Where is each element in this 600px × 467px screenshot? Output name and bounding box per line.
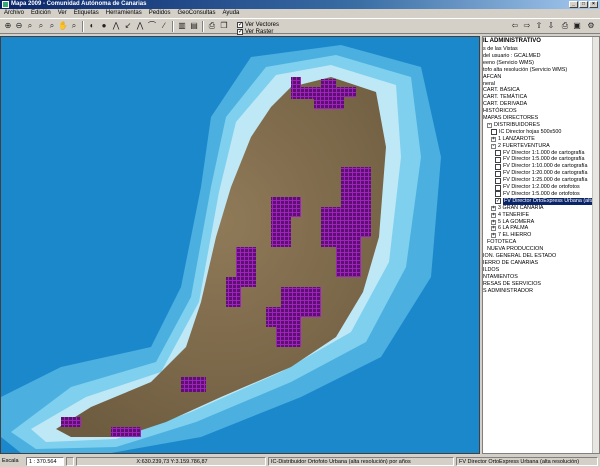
- title-bar: Mapa 2009 - Comunidad Autónoma de Canari…: [0, 0, 600, 9]
- toolbar-separator: [202, 21, 204, 32]
- checkbox-icon: ✓: [237, 21, 244, 28]
- info-icon[interactable]: ◐: [87, 21, 97, 31]
- scale-dropdown-icon[interactable]: [66, 457, 74, 466]
- profile2-icon[interactable]: ⌒: [147, 21, 157, 31]
- legend-icon[interactable]: ▤: [189, 21, 199, 31]
- toolbar-separator: [82, 21, 84, 32]
- layer-checkbox[interactable]: [495, 156, 501, 163]
- menu-herramientas[interactable]: Herramientas: [106, 9, 142, 18]
- zoom-window-icon[interactable]: ⌕: [25, 21, 35, 31]
- expand-icon[interactable]: +: [491, 219, 496, 225]
- layer-tree-panel[interactable]: IL ADMINISTRATIVO s de las Vistas del usua…: [482, 36, 600, 454]
- minimize-button[interactable]: _: [569, 1, 578, 8]
- print-icon[interactable]: ⎙: [207, 21, 217, 31]
- layer-readout: IC-Distribuidor Ortofoto Urbana (alta re…: [268, 457, 454, 466]
- settings-icon[interactable]: ⚙: [586, 21, 596, 31]
- active-layer-readout: FV Director OrtoExpress Urbana (alta res…: [456, 457, 598, 466]
- up-icon[interactable]: ⇧: [534, 21, 544, 31]
- window-title: Mapa 2009 - Comunidad Autónoma de Canari…: [11, 1, 147, 7]
- line-icon[interactable]: ∕: [159, 21, 169, 31]
- map-canvas[interactable]: [0, 36, 480, 454]
- collapse-icon[interactable]: -: [491, 143, 496, 149]
- menu-ayuda[interactable]: Ayuda: [222, 9, 239, 18]
- save-icon[interactable]: ▣: [572, 21, 582, 31]
- zoom-extent-icon[interactable]: ⌕: [69, 21, 79, 31]
- panel-title: IL ADMINISTRATIVO: [483, 38, 541, 44]
- pan-hand-icon[interactable]: ✋: [58, 21, 68, 31]
- layer-checkbox[interactable]: [495, 191, 501, 198]
- menu-edicion[interactable]: Edición: [31, 9, 51, 18]
- zoom-prev-icon[interactable]: ⌕: [36, 21, 46, 31]
- print-icon[interactable]: ⎙: [560, 21, 570, 31]
- shovel-icon[interactable]: ↙: [123, 21, 133, 31]
- back-icon[interactable]: ⇦: [510, 21, 520, 31]
- layer-checkbox[interactable]: [495, 150, 501, 156]
- down-icon[interactable]: ⇩: [546, 21, 556, 31]
- ver-raster-checkbox[interactable]: ✓ Ver Raster: [237, 28, 297, 35]
- expand-icon[interactable]: +: [491, 212, 496, 218]
- layer-checkbox[interactable]: [491, 129, 497, 136]
- layer-checkbox[interactable]: ✓: [495, 198, 501, 205]
- ver-vectores-checkbox[interactable]: ✓ Ver Vectores: [237, 21, 297, 28]
- layer-checkbox[interactable]: [495, 163, 501, 170]
- menu-etiquetas[interactable]: Etiquetas: [74, 9, 99, 18]
- zoom-next-icon[interactable]: ⌕: [47, 21, 57, 31]
- layer-checkbox[interactable]: [495, 184, 501, 191]
- forward-icon[interactable]: ⇨: [522, 21, 532, 31]
- maximize-button[interactable]: □: [579, 1, 588, 8]
- layer-checkbox[interactable]: [495, 170, 501, 177]
- measure-icon[interactable]: ●: [99, 21, 109, 31]
- ver-raster-label: Ver Raster: [245, 28, 274, 35]
- island-map: [1, 37, 479, 453]
- layer-checkbox[interactable]: [495, 177, 501, 184]
- copy-icon[interactable]: ❐: [219, 21, 229, 31]
- toolbar: ⊕ ⊖ ⌕ ⌕ ⌕ ✋ ⌕ ◐ ● ⋀ ↙ ⋀ ⌒ ∕ ▥ ▤ ⎙ ❐ ✓ Ve…: [0, 18, 600, 35]
- toolbar-separator: [172, 21, 174, 32]
- expand-icon[interactable]: +: [491, 136, 496, 142]
- expand-icon[interactable]: +: [491, 226, 496, 232]
- menu-bar: Archivo Edición Ver Etiquetas Herramient…: [0, 9, 600, 18]
- collapse-icon[interactable]: -: [487, 122, 492, 128]
- ver-vectores-label: Ver Vectores: [245, 21, 280, 28]
- menu-pedidos[interactable]: Pedidos: [149, 9, 171, 18]
- zoom-in-icon[interactable]: ⊕: [3, 21, 13, 31]
- close-button[interactable]: ×: [589, 1, 598, 8]
- checkbox-icon: ✓: [237, 28, 244, 35]
- zoom-out-icon[interactable]: ⊖: [14, 21, 24, 31]
- menu-geoconsultas[interactable]: GeoConsultas: [177, 9, 215, 18]
- app-icon: [2, 1, 9, 8]
- scale-label: Escala: [2, 458, 19, 464]
- layers-icon[interactable]: ▥: [177, 21, 187, 31]
- menu-ver[interactable]: Ver: [58, 9, 67, 18]
- tree-item[interactable]: S ADMINISTRADOR: [483, 288, 533, 295]
- expand-icon[interactable]: +: [491, 205, 496, 211]
- profile-icon[interactable]: ⋀: [111, 21, 121, 31]
- tree-item-label: S ADMINISTRADOR: [483, 287, 534, 294]
- status-bar: Escala 1 : 370.564 X:630.239,73 Y:3.159.…: [0, 456, 600, 467]
- expand-icon[interactable]: +: [491, 233, 496, 239]
- menu-archivo[interactable]: Archivo: [4, 9, 24, 18]
- coordinates-readout: X:630.239,73 Y:3.159.786,87: [76, 457, 266, 466]
- select-icon[interactable]: ⋀: [135, 21, 145, 31]
- vertical-scrollbar[interactable]: [592, 37, 599, 453]
- scale-input[interactable]: 1 : 370.564: [26, 457, 64, 466]
